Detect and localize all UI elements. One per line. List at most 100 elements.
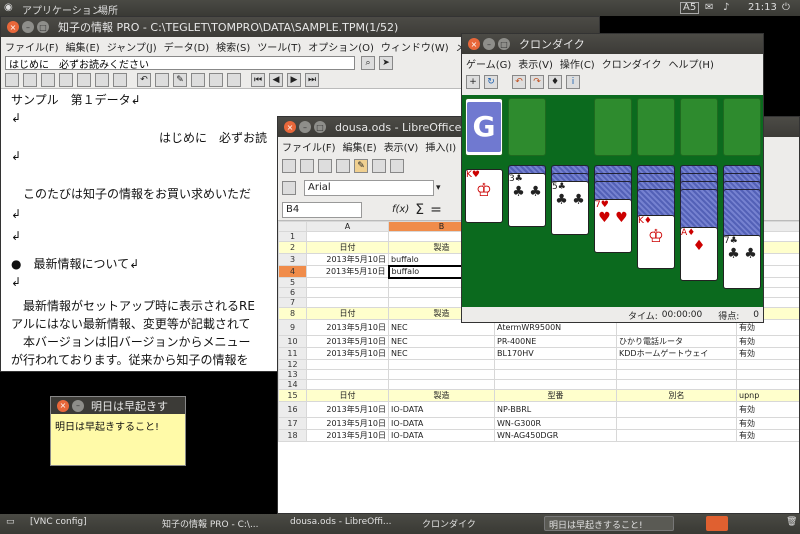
mail-icon[interactable]: ✉ (705, 2, 713, 13)
table-cell[interactable]: IO-DATA (388, 429, 495, 442)
applications-menu[interactable]: アプリケーション (22, 2, 102, 17)
table-cell[interactable]: 別名 (616, 389, 737, 402)
deal-icon[interactable]: ♦ (548, 75, 562, 89)
save-icon[interactable] (318, 159, 332, 173)
export-pdf-icon[interactable] (372, 159, 386, 173)
table-cell[interactable]: 2013年5月10日 (306, 347, 389, 360)
pencil-icon[interactable]: ✎ (173, 72, 187, 87)
table-cell[interactable] (306, 379, 389, 390)
show-desktop-icon[interactable]: ▭ (2, 516, 19, 531)
editor-menu-item[interactable]: データ(D) (164, 39, 210, 54)
foundation-2[interactable] (637, 98, 675, 156)
card-king-hearts[interactable]: K♥ ♔ (465, 169, 503, 223)
table-cell[interactable]: 2013年5月10日 (306, 253, 389, 266)
places-menu[interactable]: 場所 (98, 2, 118, 17)
row-header[interactable]: 16 (278, 401, 307, 418)
print-icon[interactable] (59, 72, 73, 87)
row-header[interactable]: 7 (278, 297, 307, 308)
table-cell[interactable]: upnp (736, 389, 799, 402)
table-cell[interactable] (388, 359, 495, 370)
row-header[interactable]: 13 (278, 369, 307, 380)
table-cell[interactable] (494, 379, 617, 390)
task-sticky[interactable]: 明日は早起きすること! (544, 516, 674, 531)
editor-menu-item[interactable]: オプション(O) (308, 39, 374, 54)
row-header[interactable]: 6 (278, 287, 307, 298)
paste-icon[interactable] (113, 72, 127, 87)
table-cell[interactable] (306, 359, 389, 370)
table-cell[interactable]: KDDホームゲートウェイ (616, 347, 737, 360)
row-header[interactable]: 14 (278, 379, 307, 390)
table-cell[interactable] (306, 231, 389, 242)
function-wizard-icon[interactable]: f(x) (392, 204, 409, 215)
new-game-icon[interactable]: + (466, 75, 480, 89)
editor-menu-item[interactable]: ウィンドウ(W) (381, 39, 449, 54)
trash-icon[interactable]: 🗑 (782, 516, 800, 531)
edit-mode-icon[interactable]: ✎ (354, 159, 368, 173)
table-cell[interactable] (388, 379, 495, 390)
task-solitaire[interactable]: クロンダイク (418, 516, 528, 531)
maximize-icon[interactable]: □ (37, 21, 49, 33)
table-cell[interactable]: NEC (388, 347, 495, 360)
row-header[interactable]: 8 (278, 307, 307, 320)
table-cell[interactable]: 有効 (736, 417, 799, 430)
email-icon[interactable] (336, 159, 350, 173)
row-header[interactable]: 4 (278, 265, 307, 278)
styles-icon[interactable] (282, 181, 296, 195)
corner-cell[interactable] (278, 221, 307, 232)
table-cell[interactable]: 有効 (736, 347, 799, 360)
table-cell[interactable]: IO-DATA (388, 401, 495, 418)
table-cell[interactable]: IO-DATA (388, 417, 495, 430)
card-king-diamonds[interactable]: K♦ ♔ (637, 215, 675, 269)
table-cell[interactable] (494, 369, 617, 380)
clock[interactable]: 21:13 (748, 2, 777, 13)
hint-icon[interactable]: i (566, 75, 580, 89)
table-cell[interactable] (736, 369, 799, 380)
table-cell[interactable]: 有効 (736, 429, 799, 442)
card-ace-diamonds[interactable]: A♦ ♦ (680, 227, 718, 281)
waste-pile[interactable] (508, 98, 546, 156)
cut-icon[interactable] (77, 72, 91, 87)
first-record-icon[interactable]: ⏮ (251, 72, 265, 87)
editor-menu-item[interactable]: 検索(S) (216, 39, 250, 54)
row-header[interactable]: 5 (278, 277, 307, 288)
new-icon[interactable] (5, 72, 19, 87)
solitaire-menu-item[interactable]: 操作(C) (560, 56, 595, 71)
table-cell[interactable]: 日付 (306, 307, 389, 320)
close-icon[interactable]: × (284, 121, 296, 133)
row-header[interactable]: 18 (278, 429, 307, 442)
close-icon[interactable]: × (468, 38, 480, 50)
minimize-icon[interactable]: – (22, 21, 34, 33)
table-cell[interactable] (306, 297, 389, 308)
table-cell[interactable]: NEC (388, 335, 495, 348)
next-record-icon[interactable]: ▶ (287, 72, 301, 87)
key-icon[interactable] (191, 72, 205, 87)
card-5-clubs[interactable]: 5♣ ♣ ♣ (551, 181, 589, 235)
workspace-switcher[interactable] (706, 516, 728, 531)
row-header[interactable]: 3 (278, 253, 307, 266)
tool-icon[interactable] (209, 72, 223, 87)
row-header[interactable]: 12 (278, 359, 307, 370)
table-cell[interactable]: 日付 (306, 241, 389, 254)
table-cell[interactable] (616, 369, 737, 380)
jump-icon[interactable]: ➤ (379, 56, 393, 70)
table-cell[interactable]: 有効 (736, 401, 799, 418)
power-icon[interactable]: ⏻ (782, 2, 790, 13)
editor-menu-item[interactable]: ツール(T) (257, 39, 301, 54)
name-box[interactable]: B4 (282, 201, 362, 218)
editor-menu-item[interactable]: ファイル(F) (5, 39, 59, 54)
last-record-icon[interactable]: ⏭ (305, 72, 319, 87)
table-icon[interactable] (227, 72, 241, 87)
table-cell[interactable]: 製造 (388, 389, 495, 402)
calc-menu-item[interactable]: 表示(V) (384, 139, 419, 154)
search-input[interactable] (5, 56, 355, 70)
close-icon[interactable]: × (7, 21, 19, 33)
table-cell[interactable]: 2013年5月10日 (306, 417, 389, 430)
table-cell[interactable] (388, 369, 495, 380)
task-editor[interactable]: 知子の情報 PRO - C:\... (158, 516, 276, 531)
editor-menu-item[interactable]: 編集(E) (66, 39, 100, 54)
new-spreadsheet-icon[interactable] (282, 159, 296, 173)
copy-icon[interactable] (95, 72, 109, 87)
table-cell[interactable]: 2013年5月10日 (306, 319, 389, 336)
row-header[interactable]: 17 (278, 417, 307, 430)
card-7-clubs[interactable]: 7♣ ♣ ♣ (723, 235, 761, 289)
